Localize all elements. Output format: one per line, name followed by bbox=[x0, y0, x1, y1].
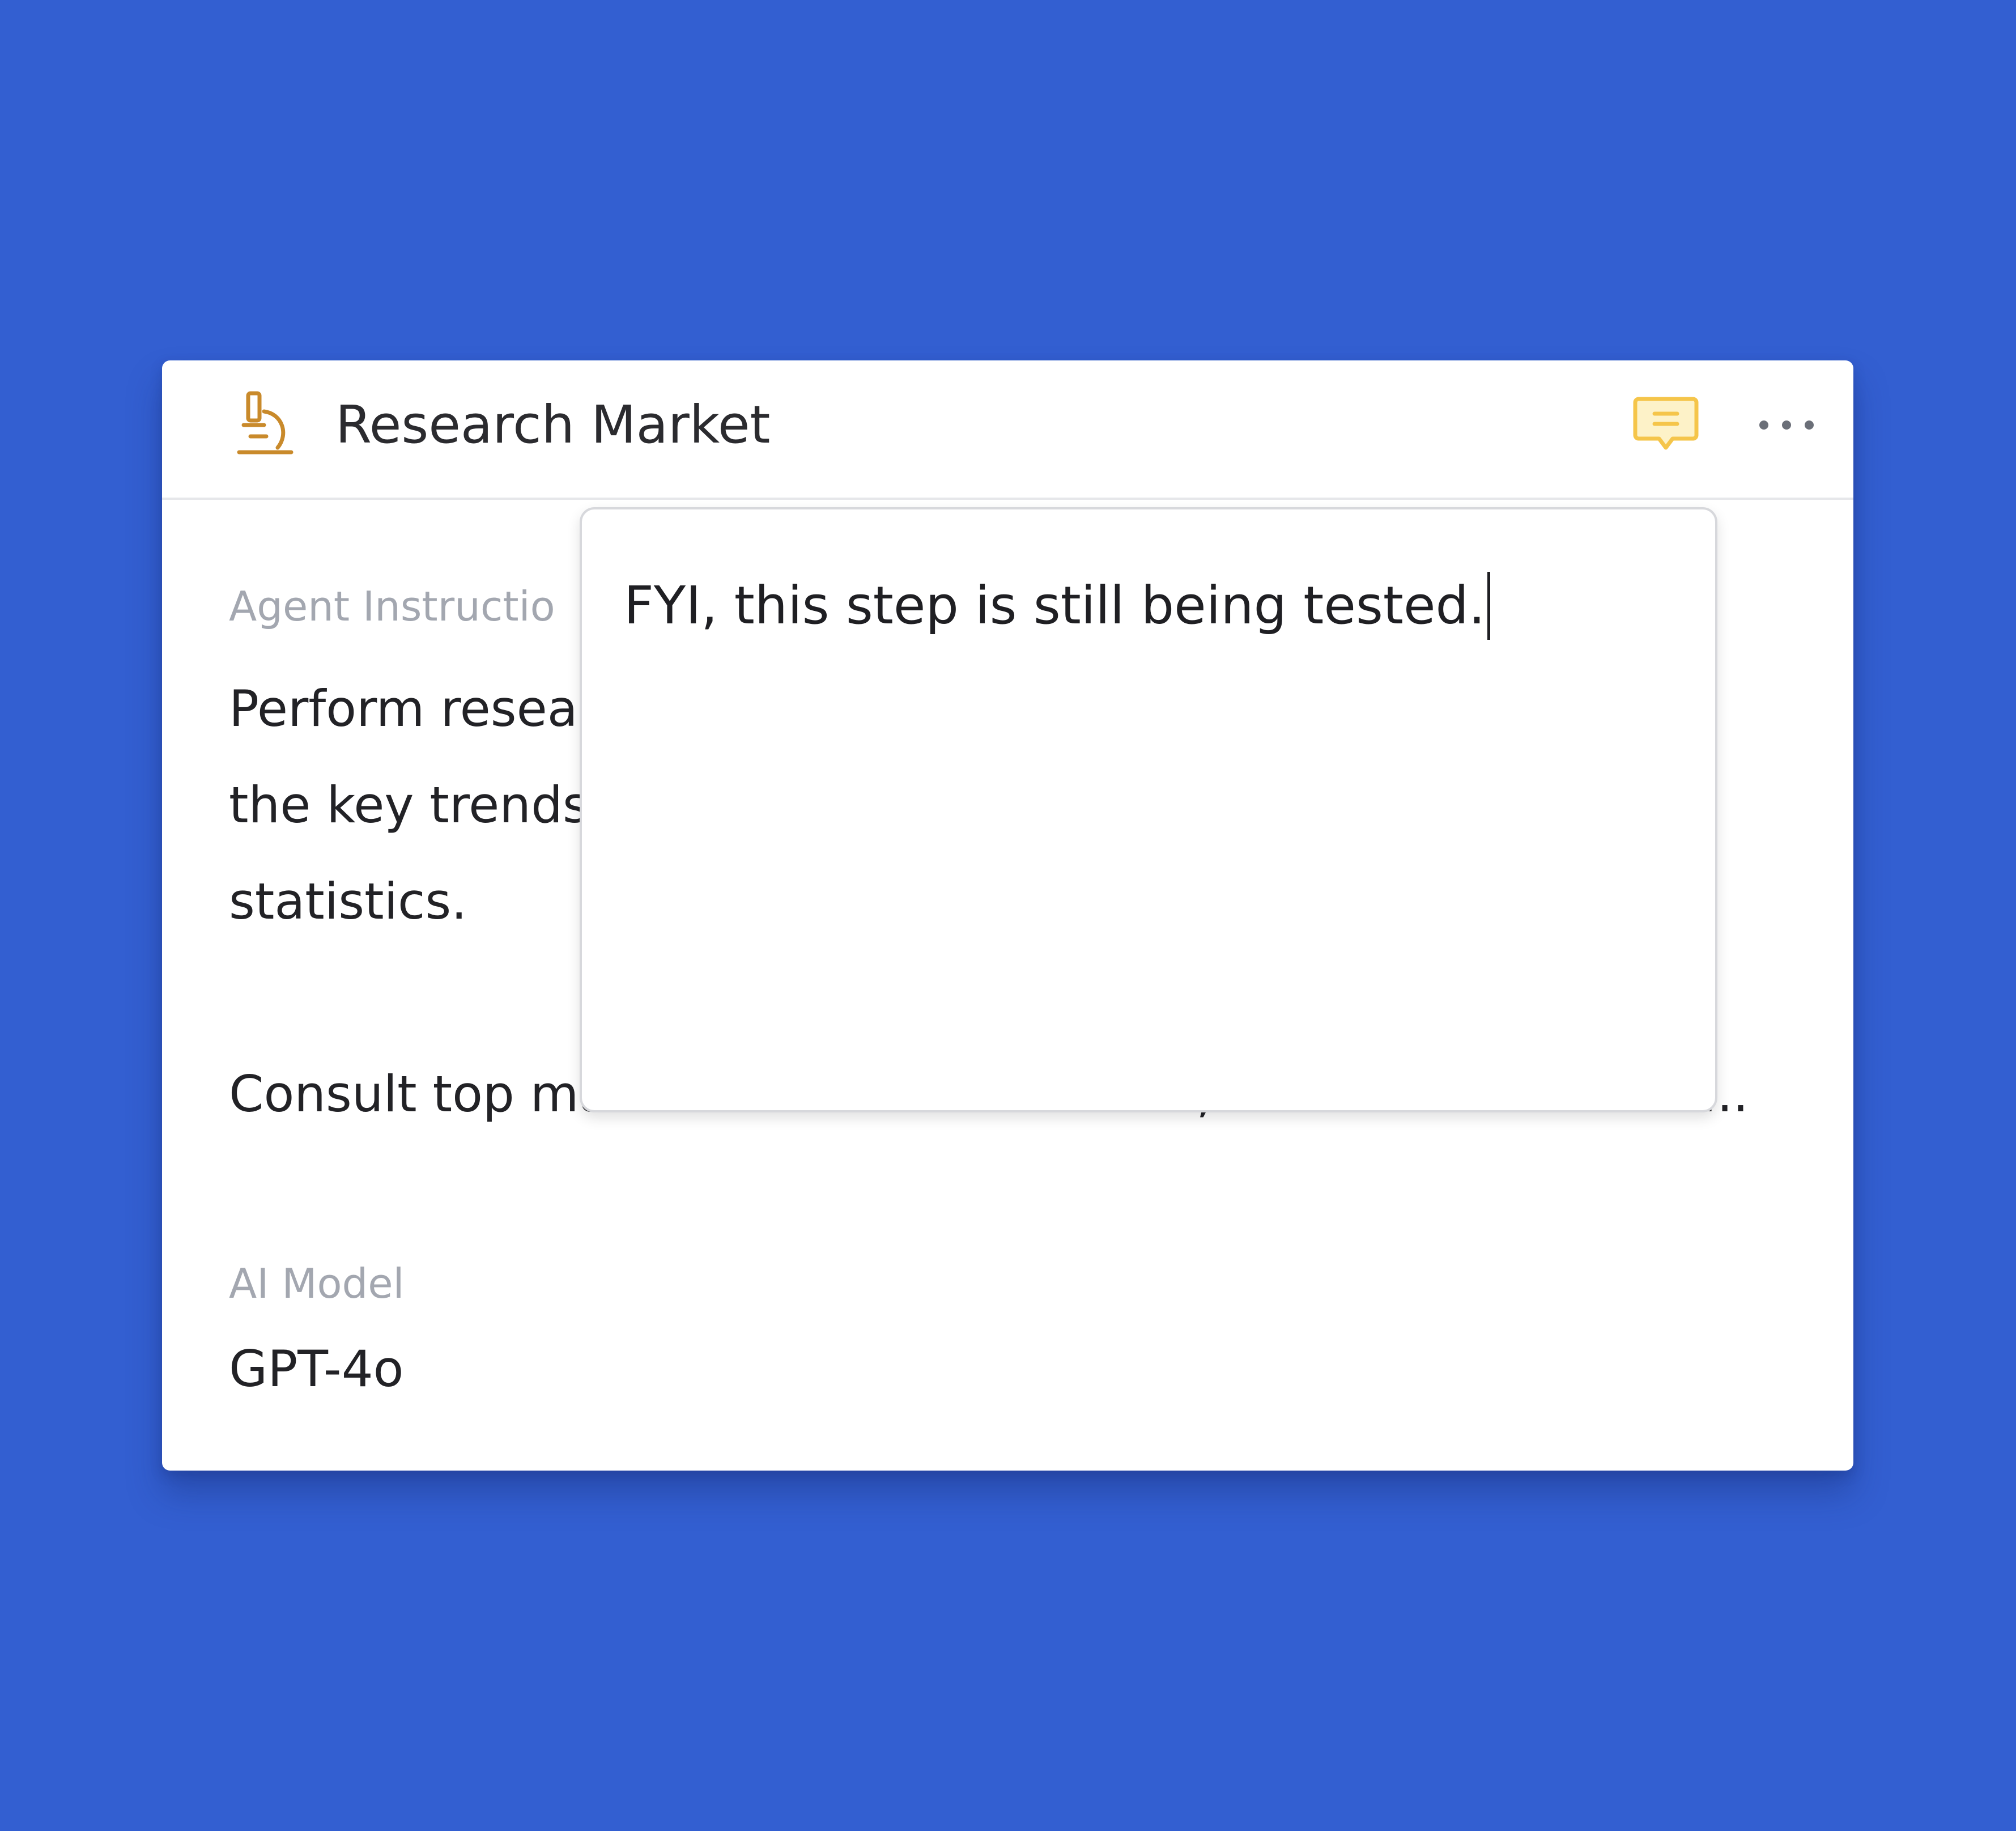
instructions-label: Agent Instructio bbox=[229, 583, 555, 630]
more-horizontal-icon[interactable] bbox=[1755, 408, 1818, 442]
comment-popover[interactable]: FYI, this step is still being tested. bbox=[580, 507, 1717, 1112]
comment-icon[interactable] bbox=[1632, 394, 1700, 457]
comment-input[interactable]: FYI, this step is still being tested. bbox=[624, 572, 1491, 640]
ai-model-label: AI Model bbox=[229, 1260, 405, 1307]
card-header: Research Market bbox=[162, 360, 1853, 500]
ai-model-value[interactable]: GPT-4o bbox=[229, 1335, 404, 1403]
microscope-icon bbox=[237, 391, 294, 454]
comment-text: FYI, this step is still being tested. bbox=[624, 575, 1486, 636]
text-caret bbox=[1487, 572, 1491, 640]
step-title: Research Market bbox=[335, 394, 771, 455]
